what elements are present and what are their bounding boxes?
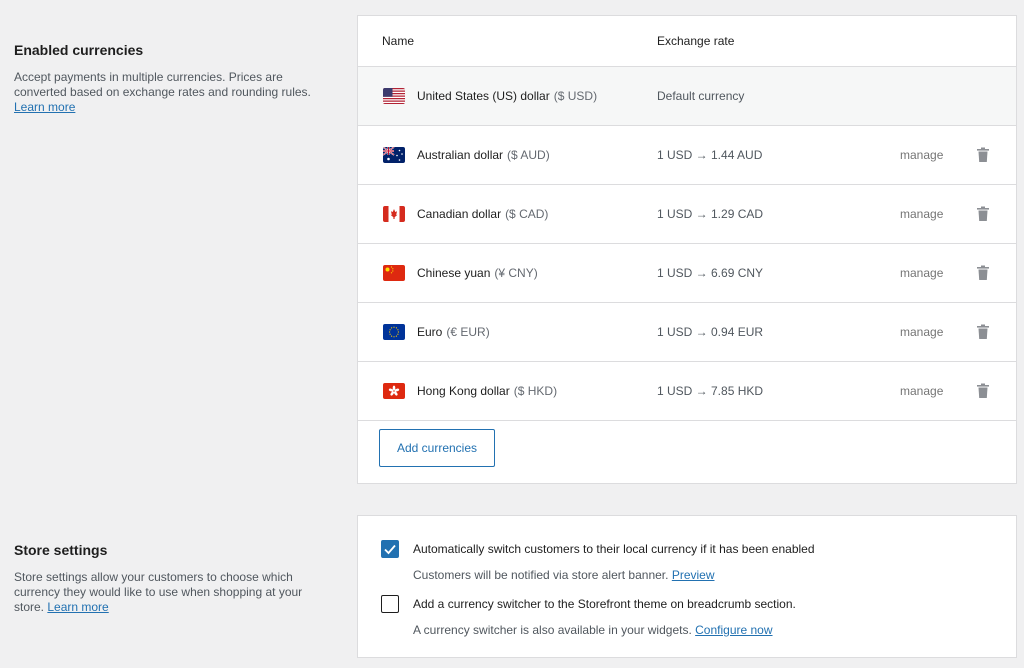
au-flag-icon (383, 147, 405, 163)
cn-flag-icon (383, 265, 405, 281)
currency-name: Hong Kong dollar ($ HKD) (417, 384, 558, 398)
currency-name: Australian dollar ($ AUD) (417, 148, 550, 162)
exchange-rate: 1 USD → 7.85 HKD (657, 384, 764, 398)
exchange-rate: 1 USD → 6.69 CNY (657, 266, 764, 280)
currency-row-cny: Chinese yuan (¥ CNY) 1 USD → 6.69 CNY man… (358, 244, 1016, 303)
ca-flag-icon (383, 206, 405, 222)
trash-icon[interactable] (976, 324, 990, 340)
exchange-rate: Default currency (657, 89, 745, 103)
currency-code: ($ HKD) (513, 384, 558, 398)
auto-switch-help: Customers will be notified via store ale… (413, 568, 715, 582)
manage-link-cny[interactable]: manage (900, 266, 943, 280)
column-header-name: Name (382, 34, 415, 48)
currency-name: Chinese yuan (¥ CNY) (417, 266, 538, 280)
currency-row-cad: Canadian dollar ($ CAD) 1 USD → 1.29 CAD … (358, 185, 1016, 244)
currency-name: Euro (€ EUR) (417, 325, 490, 339)
preview-link[interactable]: Preview (672, 568, 715, 582)
add-currencies-button[interactable]: Add currencies (379, 429, 495, 467)
exchange-rate: 1 USD → 0.94 EUR (657, 325, 764, 339)
currency-name: Canadian dollar ($ CAD) (417, 207, 549, 221)
manage-link-aud[interactable]: manage (900, 148, 943, 162)
currencies-table-header: Name Exchange rate (358, 16, 1016, 67)
enabled-currencies-learn-more-link[interactable]: Learn more (14, 100, 75, 114)
currency-row-hkd: Hong Kong dollar ($ HKD) 1 USD → 7.85 HKD… (358, 362, 1016, 421)
currency-code: (€ EUR) (446, 325, 490, 339)
manage-link-cad[interactable]: manage (900, 207, 943, 221)
hk-flag-icon (383, 383, 405, 399)
currency-switcher-label: Add a currency switcher to the Storefron… (413, 597, 796, 611)
currency-code: ($ AUD) (507, 148, 550, 162)
currency-switcher-checkbox[interactable] (381, 595, 399, 613)
currency-name: United States (US) dollar ($ USD) (417, 89, 598, 103)
manage-link-hkd[interactable]: manage (900, 384, 943, 398)
enabled-currencies-description: Accept payments in multiple currencies. … (14, 70, 311, 114)
currency-row-usd: United States (US) dollar ($ USD) Default… (358, 67, 1016, 126)
column-header-exchange-rate: Exchange rate (657, 34, 735, 48)
auto-switch-checkbox[interactable] (381, 540, 399, 558)
currency-row-aud: Australian dollar ($ AUD) 1 USD → 1.44 AU… (358, 126, 1016, 185)
trash-icon[interactable] (976, 206, 990, 222)
trash-icon[interactable] (976, 383, 990, 399)
auto-switch-label: Automatically switch customers to their … (413, 542, 815, 556)
currency-code: ($ CAD) (505, 207, 549, 221)
trash-icon[interactable] (976, 265, 990, 281)
manage-link-eur[interactable]: manage (900, 325, 943, 339)
store-settings-card: Automatically switch customers to their … (357, 515, 1017, 658)
store-settings-info: Store settings Store settings allow your… (14, 542, 334, 615)
store-settings-title: Store settings (14, 542, 108, 558)
store-settings-description: Store settings allow your customers to c… (14, 570, 303, 614)
exchange-rate: 1 USD → 1.44 AUD (657, 148, 763, 162)
eu-flag-icon (383, 324, 405, 340)
store-settings-learn-more-link[interactable]: Learn more (47, 600, 108, 614)
trash-icon[interactable] (976, 147, 990, 163)
currency-code: (¥ CNY) (494, 266, 538, 280)
us-flag-icon (383, 88, 405, 104)
exchange-rate: 1 USD → 1.29 CAD (657, 207, 764, 221)
configure-now-link[interactable]: Configure now (695, 623, 772, 637)
enabled-currencies-card: Name Exchange rate United States (US) do… (357, 15, 1017, 484)
currency-row-eur: Euro (€ EUR) 1 USD → 0.94 EUR manage (358, 303, 1016, 362)
enabled-currencies-title: Enabled currencies (14, 42, 144, 58)
currency-switcher-help: A currency switcher is also available in… (413, 623, 773, 637)
currency-code: ($ USD) (553, 89, 598, 103)
enabled-currencies-info: Enabled currencies Accept payments in mu… (14, 42, 334, 115)
